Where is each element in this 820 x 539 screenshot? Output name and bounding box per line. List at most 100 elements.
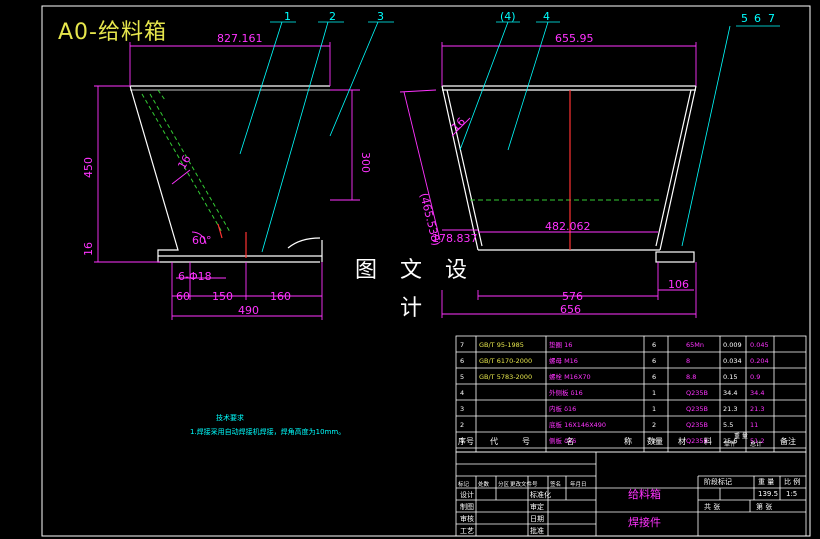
svg-text:1: 1: [284, 10, 291, 23]
bom-cell-no: 6: [460, 357, 464, 365]
right-balloons: (4) 4 5 6 7: [500, 10, 775, 25]
right-view: [441, 85, 697, 263]
bom-cell-mat: Q235B: [686, 405, 708, 413]
bom-cell-qty: 6: [652, 373, 656, 381]
svg-text:656: 656: [560, 303, 581, 316]
left-outline: [129, 85, 320, 263]
svg-text:827.161: 827.161: [217, 32, 263, 45]
bom-cell-w1: 0.009: [723, 341, 742, 349]
svg-text:标记: 标记: [458, 480, 470, 488]
bom-cell-w2: 0.9: [750, 373, 760, 381]
svg-text:共 张: 共 张: [704, 502, 720, 511]
svg-text:号: 号: [522, 437, 530, 446]
svg-text:450: 450: [82, 157, 95, 178]
bom-cell-mat: 8.8: [686, 373, 696, 381]
bom-cell-w1: 0.15: [723, 373, 737, 381]
bom-cell-w1: 34.4: [723, 389, 737, 397]
svg-text:150: 150: [212, 290, 233, 303]
left-dim-text: 827.161 450 300 16 16 60° 6-Φ18 60 150 1…: [82, 32, 372, 317]
bom-cell-no: 2: [460, 421, 464, 429]
bom-cell-qty: 6: [652, 357, 656, 365]
watermark: 图 文 设 计: [336, 252, 494, 321]
svg-text:重 量: 重 量: [758, 478, 774, 486]
svg-text:序号: 序号: [458, 436, 474, 446]
svg-text:制图: 制图: [460, 502, 474, 511]
bom-cell-no: 5: [460, 373, 464, 381]
svg-text:60°: 60°: [192, 234, 212, 247]
svg-text:数量: 数量: [647, 436, 663, 446]
left-view: [129, 85, 330, 263]
svg-text:490: 490: [238, 304, 259, 317]
left-leaders: [239, 21, 394, 253]
bom-cell-no: 4: [460, 389, 464, 397]
svg-text:6-Φ18: 6-Φ18: [178, 270, 212, 283]
part-sub: 焊接件: [628, 515, 661, 529]
left-dims: [94, 42, 360, 320]
svg-text:576: 576: [562, 290, 583, 303]
bom-cell-w1: 21.3: [723, 405, 737, 413]
bom-cell-name: 内板 δ16: [549, 404, 576, 413]
bom-cell-code: GB/T 95-1985: [479, 341, 524, 349]
bom-cell-w2: 21.3: [750, 405, 764, 413]
svg-text:总计: 总计: [750, 440, 762, 448]
svg-text:482.062: 482.062: [545, 220, 591, 233]
bom-cell-name: 垫圈 16: [549, 340, 572, 349]
bom-cell-w2: 11: [750, 421, 758, 429]
svg-text:300: 300: [359, 152, 372, 173]
svg-text:139.5: 139.5: [758, 490, 778, 498]
bom-cell-mat: Q235B: [686, 421, 708, 429]
svg-text:年月日: 年月日: [570, 480, 587, 488]
svg-text:批准: 批准: [530, 526, 544, 535]
svg-text:签名: 签名: [550, 480, 561, 488]
bom-cell-name: 外侧板 δ16: [549, 388, 583, 397]
bom-cell-w2: 34.4: [750, 389, 764, 397]
svg-text:分区: 分区: [498, 480, 510, 488]
svg-text:第 张: 第 张: [756, 502, 772, 511]
bom-cell-qty: 6: [652, 341, 656, 349]
bom-cell-mat: 65Mn: [686, 341, 704, 349]
svg-text:1.焊接采用自动焊接机焊接，焊角高度为10mm。: 1.焊接采用自动焊接机焊接，焊角高度为10mm。: [190, 427, 345, 436]
bom-cell-no: 7: [460, 341, 464, 349]
bom-cell-qty: 1: [652, 405, 656, 413]
bom-cell-code: GB/T 6170-2000: [479, 357, 532, 365]
bom-cell-qty: 1: [652, 389, 656, 397]
svg-text:16: 16: [82, 242, 95, 256]
svg-text:(4): (4): [500, 10, 516, 23]
svg-text:设计: 设计: [460, 490, 474, 499]
svg-text:1:5: 1:5: [786, 490, 797, 498]
svg-text:材: 材: [678, 436, 686, 446]
svg-text:5: 5: [741, 12, 748, 25]
bom-cell-code: GB/T 5783-2000: [479, 373, 532, 381]
bom-cell-name: 螺栓 M16X70: [549, 372, 591, 381]
svg-text:重 量: 重 量: [734, 432, 748, 440]
svg-text:称: 称: [624, 436, 632, 446]
bom-rows: 7 GB/T 95-1985 垫圈 16 6 65Mn 0.009 0.045 6 GB/T 6…: [460, 340, 769, 445]
bom-cell-w1: 0.034: [723, 357, 742, 365]
bom-cell-w2: 0.045: [750, 341, 769, 349]
svg-text:比 例: 比 例: [784, 477, 800, 486]
svg-text:审定: 审定: [530, 502, 544, 511]
svg-text:阶段标记: 阶段标记: [704, 477, 732, 486]
bom-cell-mat: Q235B: [686, 389, 708, 397]
bom-cell-name: 底板 16X146X490: [549, 420, 606, 429]
svg-text:名: 名: [566, 436, 574, 446]
svg-text:代: 代: [490, 436, 498, 446]
left-balloons: 1 2 3: [284, 10, 384, 23]
svg-text:备注: 备注: [780, 436, 796, 446]
svg-text:6: 6: [754, 12, 761, 25]
bom-cell-mat: 8: [686, 357, 690, 365]
bom-cell-w2: 0.204: [750, 357, 769, 365]
svg-text:处数: 处数: [478, 480, 490, 488]
bom-cell-name: 螺母 M16: [549, 356, 578, 365]
svg-text:技术要求: 技术要求: [216, 413, 244, 422]
svg-text:7: 7: [768, 12, 775, 25]
svg-text:料: 料: [704, 436, 712, 446]
title-block-name: 给料箱 焊接件: [628, 487, 661, 529]
svg-text:工艺: 工艺: [460, 527, 474, 535]
svg-text:单件: 单件: [724, 440, 736, 448]
svg-text:2: 2: [329, 10, 336, 23]
svg-text:3: 3: [377, 10, 384, 23]
bom-cell-qty: 2: [652, 421, 656, 429]
left-center: [217, 223, 247, 258]
svg-text:日期: 日期: [530, 515, 544, 523]
